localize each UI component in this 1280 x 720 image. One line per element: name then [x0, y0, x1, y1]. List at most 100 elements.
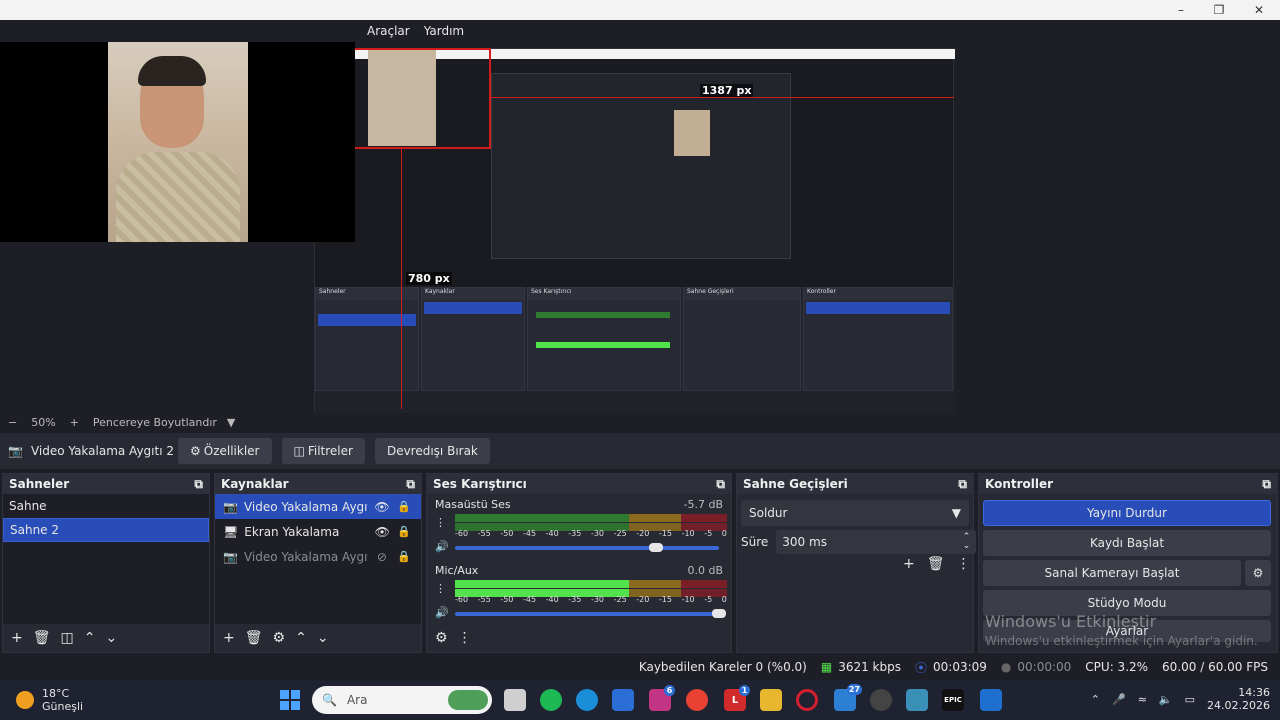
lock-icon[interactable]: 🔒: [396, 500, 412, 513]
meter-tick: -20: [636, 529, 650, 538]
kebab-menu-icon[interactable]: ⋮: [458, 630, 472, 646]
volume-slider[interactable]: [455, 609, 726, 618]
nested-scenes-panel: Sahneler: [315, 287, 419, 391]
chevron-up-icon[interactable]: ⌃: [1091, 693, 1100, 706]
edge-icon[interactable]: [576, 689, 598, 711]
store-app-icon[interactable]: [612, 689, 634, 711]
zoom-fit-select[interactable]: Pencereye Boyutlandır ▼: [93, 416, 236, 429]
windows-taskbar: 18°C Güneşli 🔍 Ara 6 L1 27 EPIC ⌃ 🎤 ≈ 🔈 …: [0, 680, 1280, 720]
meter-tick: -35: [568, 595, 582, 604]
zoom-out-button[interactable]: −: [8, 416, 17, 429]
advanced-audio-icon[interactable]: ⚙: [435, 630, 448, 646]
stop-stream-button[interactable]: Yayını Durdur: [983, 500, 1271, 526]
opera-icon[interactable]: [796, 689, 818, 711]
kebab-menu-icon[interactable]: ⋮: [435, 516, 446, 529]
gear-icon[interactable]: ⚙: [273, 630, 286, 646]
source-item-hidden[interactable]: 📷 Video Yakalama Aygıtı ⊘ 🔒: [215, 544, 421, 569]
clock[interactable]: 14:36 24.02.2026: [1207, 686, 1270, 712]
undock-icon[interactable]: ⧉: [406, 477, 415, 492]
duration-spinbox[interactable]: 300 ms ⌃ ⌄: [776, 530, 977, 554]
weather-widget[interactable]: 18°C Güneşli: [16, 687, 83, 713]
chevron-down-icon: ▼: [226, 415, 236, 429]
l-app-icon[interactable]: L1: [724, 685, 750, 711]
scene-item-selected[interactable]: Sahne 2: [3, 518, 209, 542]
taskbar-search[interactable]: 🔍 Ara: [312, 686, 492, 714]
zoom-app-icon[interactable]: [980, 689, 1002, 711]
menu-tools[interactable]: Araçlar: [367, 24, 410, 38]
microphone-icon[interactable]: 🎤: [1112, 693, 1126, 706]
add-icon[interactable]: +: [11, 630, 23, 646]
spotify-icon[interactable]: [540, 689, 562, 711]
volume-slider-knob[interactable]: [648, 543, 663, 552]
filters-button[interactable]: ◫ Filtreler: [281, 438, 365, 464]
windows-start-icon[interactable]: [280, 690, 300, 710]
volume-slider-knob[interactable]: [712, 609, 726, 618]
source-item-selected[interactable]: 📷 Video Yakalama Aygıtı 2 👁 🔒: [215, 494, 421, 519]
trash-icon[interactable]: 🗑: [33, 630, 51, 646]
kebab-menu-icon[interactable]: ⋮: [957, 556, 971, 572]
move-up-icon[interactable]: ⌃: [295, 630, 307, 646]
obs-icon[interactable]: [870, 689, 892, 711]
trash-icon[interactable]: 🗑: [927, 556, 945, 572]
add-icon[interactable]: +: [223, 630, 235, 646]
webcam-person: [108, 42, 248, 242]
maximize-icon[interactable]: ❐: [1200, 0, 1238, 20]
wifi-icon[interactable]: ≈: [1138, 693, 1147, 706]
lock-icon[interactable]: 🔒: [396, 525, 412, 538]
eye-slash-icon[interactable]: ⊘: [374, 550, 390, 564]
source-item[interactable]: 🖥 Ekran Yakalama 👁 🔒: [215, 519, 421, 544]
eye-icon[interactable]: 👁: [374, 500, 390, 514]
trash-icon[interactable]: 🗑: [245, 630, 263, 646]
undock-icon[interactable]: ⧉: [716, 477, 725, 492]
stream-time: ⦿ 00:03:09: [915, 659, 987, 676]
lock-icon[interactable]: 🔒: [396, 550, 412, 563]
instagram-badge: 6: [664, 685, 675, 696]
chrome-icon[interactable]: [686, 689, 708, 711]
outlook-icon[interactable]: 27: [834, 684, 862, 711]
menu-help[interactable]: Yardım: [424, 24, 464, 38]
move-down-icon[interactable]: ⌄: [105, 630, 117, 646]
close-icon[interactable]: ✕: [1240, 0, 1278, 20]
speaker-icon[interactable]: 🔊: [435, 606, 449, 619]
scene-item[interactable]: Sahne: [3, 494, 209, 518]
undock-icon[interactable]: ⧉: [194, 477, 203, 492]
eye-icon[interactable]: 👁: [374, 525, 390, 539]
guide-vertical: [401, 147, 402, 409]
filter-icon[interactable]: ◫: [61, 630, 74, 646]
instagram-icon[interactable]: 6: [649, 685, 675, 711]
undock-icon[interactable]: ⧉: [958, 477, 967, 492]
gear-icon: ⚙: [1252, 566, 1264, 580]
minimize-icon[interactable]: –: [1162, 0, 1200, 20]
app-window-icon[interactable]: [906, 689, 928, 711]
kebab-menu-icon[interactable]: ⋮: [435, 582, 446, 595]
speaker-icon[interactable]: 🔊: [435, 540, 449, 553]
activation-watermark: Windows'u Etkinleştir: [985, 612, 1157, 631]
speaker-icon[interactable]: 🔈: [1159, 693, 1173, 706]
scene-label: Sahne: [9, 499, 47, 513]
preview-canvas[interactable]: Sahneler Kaynaklar Ses Karıştırıcı Sahne…: [0, 42, 1280, 413]
spin-arrows-icon[interactable]: ⌃ ⌄: [963, 533, 971, 551]
volume-slider[interactable]: [455, 543, 719, 552]
battery-icon[interactable]: ▭: [1185, 693, 1195, 706]
zoom-in-button[interactable]: +: [70, 416, 79, 429]
move-up-icon[interactable]: ⌃: [84, 630, 96, 646]
add-icon[interactable]: +: [903, 556, 915, 572]
virtual-camera-button[interactable]: Sanal Kamerayı Başlat: [983, 560, 1241, 586]
meter-tick: -25: [613, 595, 627, 604]
virtual-camera-settings[interactable]: ⚙: [1245, 560, 1271, 586]
properties-button[interactable]: ⚙ Özellikler: [178, 438, 272, 464]
file-explorer-icon[interactable]: [760, 689, 782, 711]
weather-temp: 18°C: [42, 687, 70, 700]
nested-obs-panels: Sahneler Kaynaklar Ses Karıştırıcı Sahne…: [315, 287, 955, 391]
move-down-icon[interactable]: ⌄: [317, 630, 329, 646]
meter-tick: -30: [590, 595, 605, 604]
transition-select[interactable]: Soldur ▼: [741, 500, 969, 526]
epic-games-icon[interactable]: EPIC: [942, 689, 964, 711]
meter-tick: -10: [681, 595, 695, 604]
start-record-button[interactable]: Kaydı Başlat: [983, 530, 1271, 556]
meter-tick: -15: [658, 595, 672, 604]
undock-icon[interactable]: ⧉: [1262, 477, 1271, 492]
deactivate-button[interactable]: Devredışı Bırak: [374, 438, 490, 464]
signal-icon: ▦: [820, 660, 833, 674]
task-view-icon[interactable]: [504, 689, 526, 711]
